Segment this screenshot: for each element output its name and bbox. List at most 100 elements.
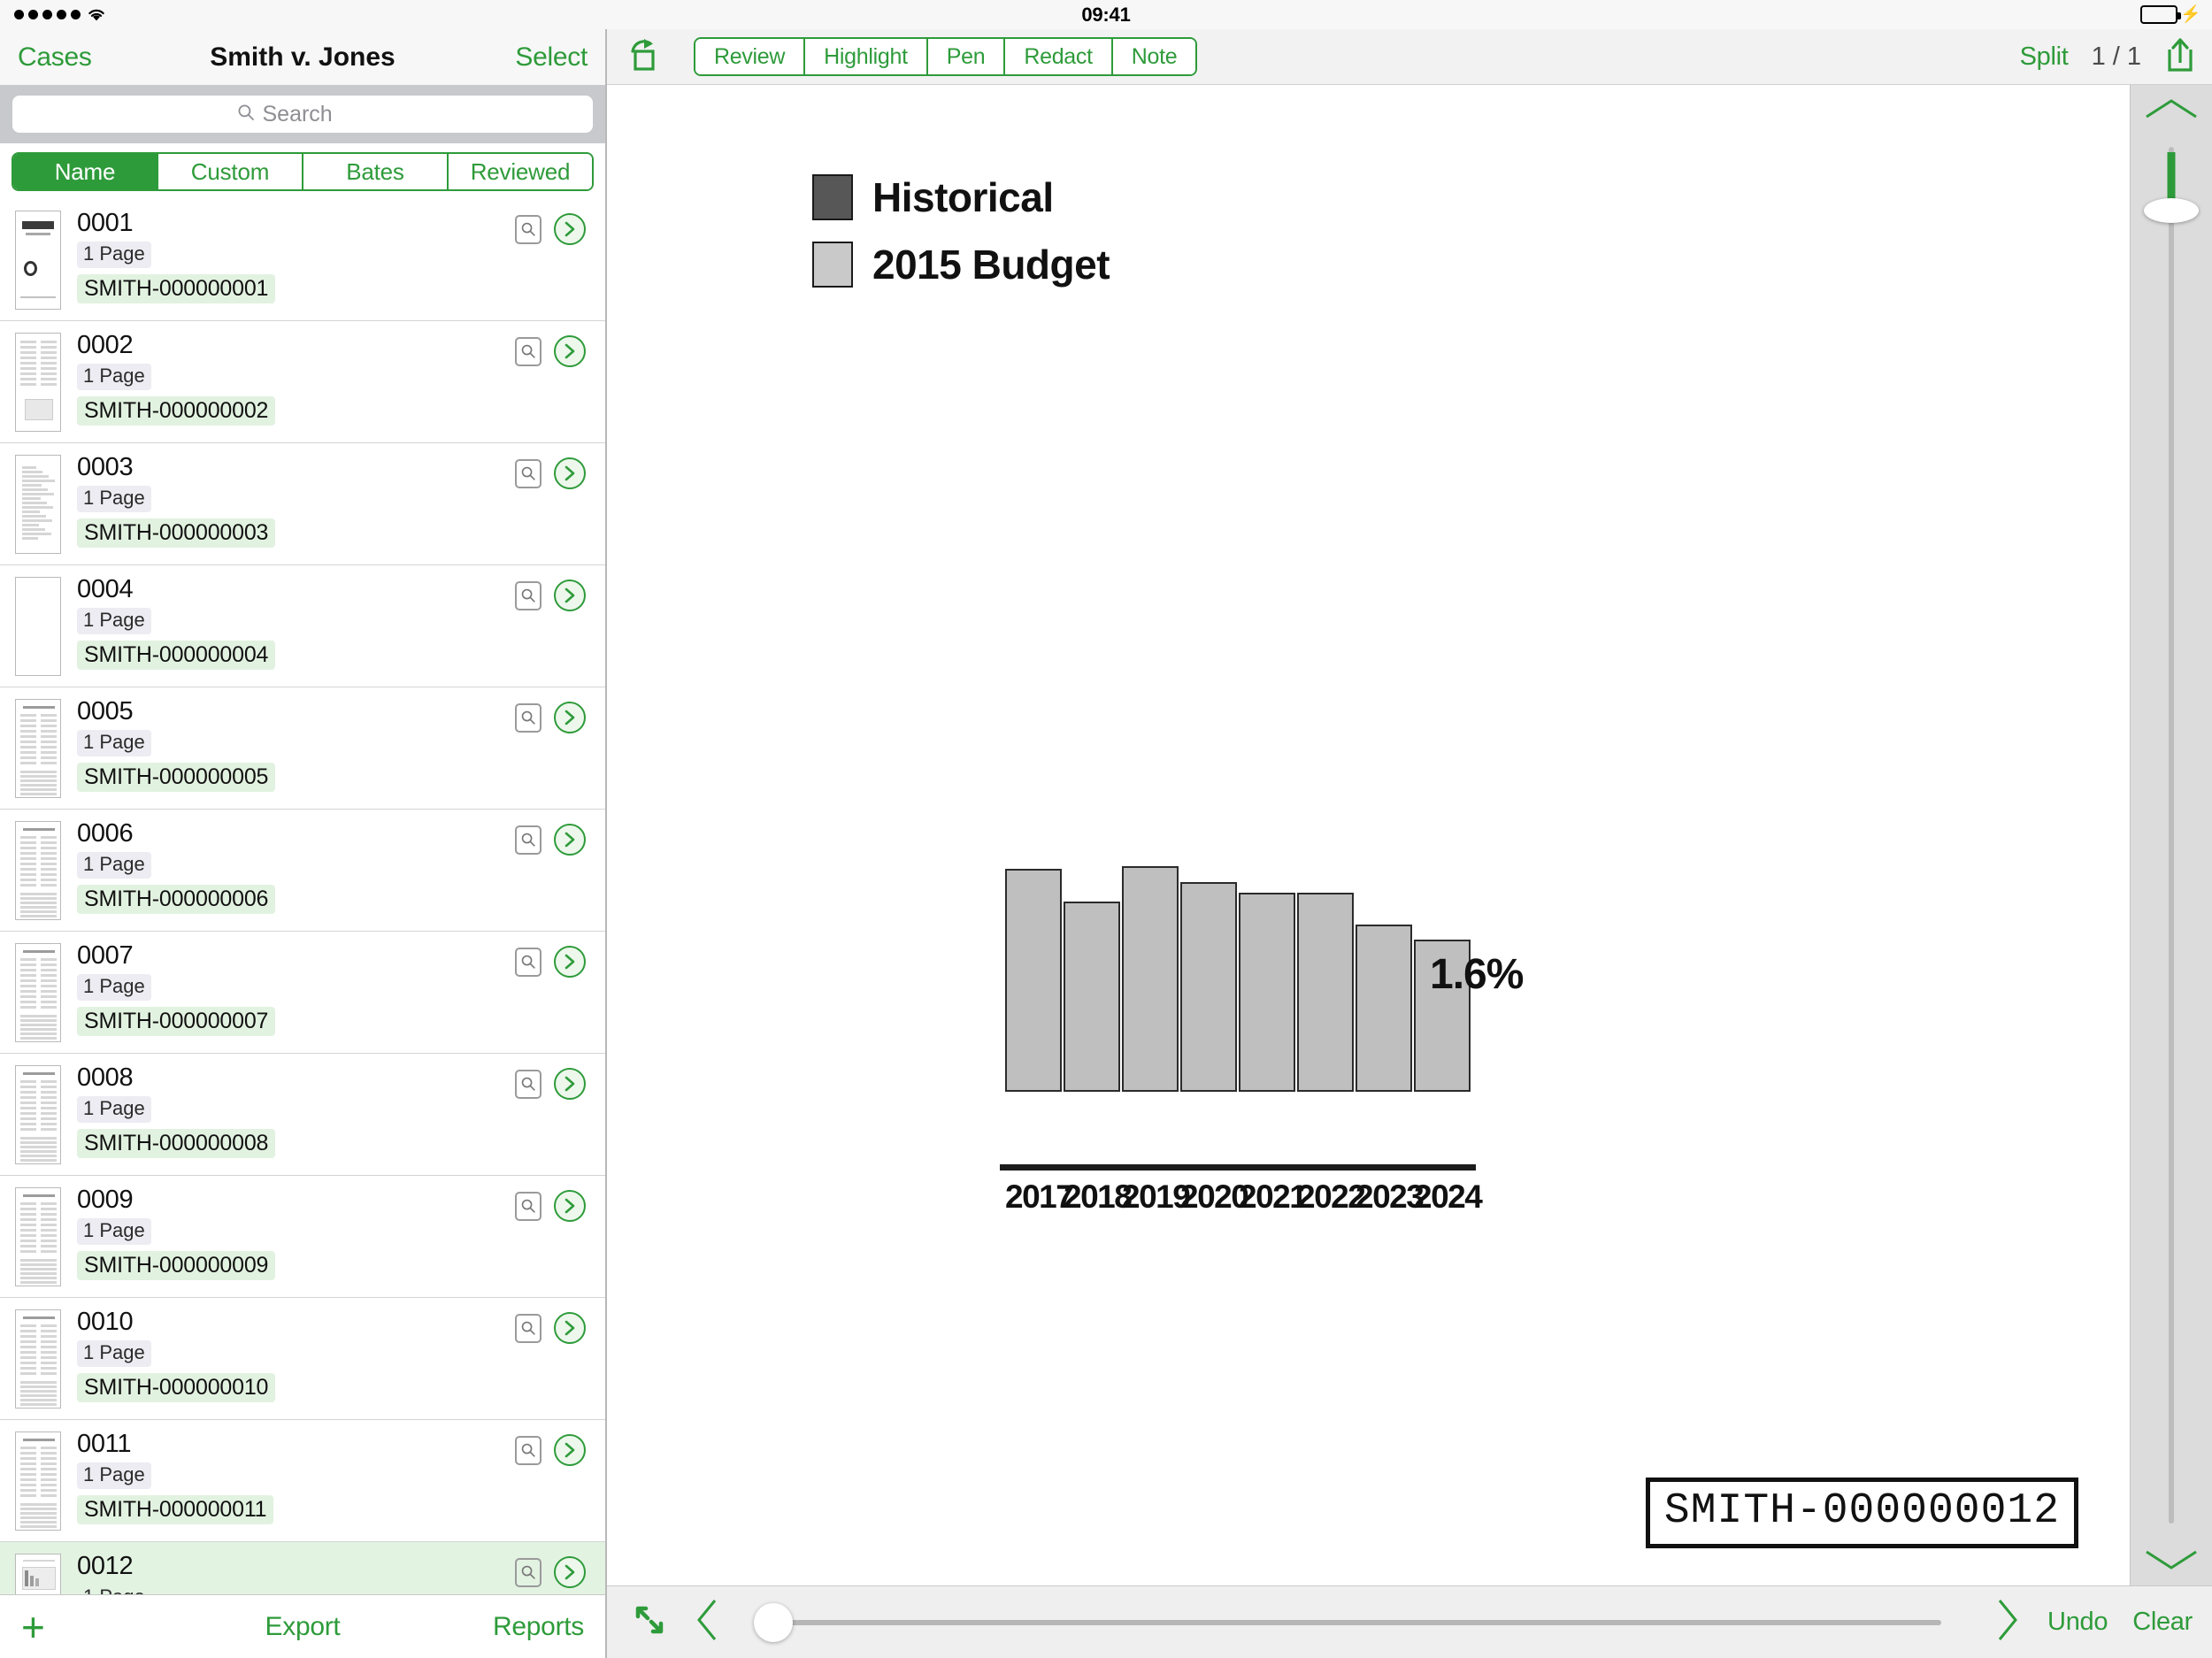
magnifier-icon[interactable] <box>515 581 541 610</box>
chevron-right-circle-icon[interactable] <box>554 1434 586 1466</box>
search-icon <box>237 104 255 126</box>
table-row[interactable]: 00091 PageSMITH-000000009 <box>0 1176 605 1298</box>
tool-review[interactable]: Review <box>695 39 803 74</box>
page-slider-track[interactable] <box>773 1620 1941 1625</box>
table-row[interactable]: 00011 PageSMITH-000000001 <box>0 199 605 321</box>
chevron-right-circle-icon[interactable] <box>554 213 586 245</box>
table-row[interactable]: 00101 PageSMITH-000000010 <box>0 1298 605 1420</box>
search-input[interactable] <box>263 102 369 127</box>
x-tick-2023: 2023 <box>1356 1178 1414 1216</box>
table-row[interactable]: 00121 PageSMITH-000000012 <box>0 1542 605 1594</box>
table-row[interactable]: 00031 PageSMITH-000000003 <box>0 443 605 565</box>
sidebar-navigation-bar: Cases Smith v. Jones Select <box>0 29 605 85</box>
table-row[interactable]: 00051 PageSMITH-000000005 <box>0 687 605 810</box>
sort-segmented-container: Name Custom Bates Reviewed <box>0 143 605 199</box>
magnifier-icon[interactable] <box>515 1070 541 1099</box>
rotate-page-icon[interactable] <box>626 36 662 78</box>
magnifier-icon[interactable] <box>515 1314 541 1343</box>
magnifier-icon[interactable] <box>515 1192 541 1221</box>
chevron-right-circle-icon[interactable] <box>554 1312 586 1344</box>
bar-2019 <box>1122 866 1179 1092</box>
segment-name[interactable]: Name <box>13 154 157 189</box>
chevron-left-icon[interactable] <box>692 1597 722 1647</box>
bar-2017 <box>1005 869 1062 1092</box>
magnifier-icon[interactable] <box>515 948 541 977</box>
annotation-tools-segmented[interactable]: Review Highlight Pen Redact Note <box>694 37 1197 76</box>
share-up-icon[interactable] <box>2164 36 2196 78</box>
chevron-right-icon[interactable] <box>1993 1597 2023 1647</box>
chevron-right-circle-icon[interactable] <box>554 1068 586 1100</box>
chevron-right-circle-icon[interactable] <box>554 1556 586 1588</box>
document-page-count: 1 Page <box>77 364 151 389</box>
chevron-right-circle-icon[interactable] <box>554 702 586 733</box>
magnifier-icon[interactable] <box>515 337 541 366</box>
magnifier-icon[interactable] <box>515 1558 541 1587</box>
magnifier-icon[interactable] <box>515 703 541 733</box>
magnifier-icon[interactable] <box>515 825 541 855</box>
scroll-knob[interactable] <box>2144 198 2199 223</box>
chevron-right-circle-icon[interactable] <box>554 946 586 978</box>
row-actions <box>515 1190 586 1222</box>
chevron-right-circle-icon[interactable] <box>554 335 586 367</box>
table-row[interactable]: 00041 PageSMITH-000000004 <box>0 565 605 687</box>
tool-pen[interactable]: Pen <box>926 39 1004 74</box>
tool-note[interactable]: Note <box>1111 39 1196 74</box>
page-slider-knob[interactable] <box>754 1603 793 1642</box>
bar-2018 <box>1064 902 1120 1092</box>
chevron-down-icon[interactable] <box>2131 1547 2212 1573</box>
collapse-diagonal-icon[interactable] <box>632 1602 667 1642</box>
sidebar-footer-toolbar: + Export Reports <box>0 1594 605 1658</box>
tool-redact[interactable]: Redact <box>1003 39 1110 74</box>
chevron-right-circle-icon[interactable] <box>554 580 586 611</box>
page-slider[interactable] <box>754 1605 1961 1640</box>
chevron-right-circle-icon[interactable] <box>554 1190 586 1222</box>
tool-highlight[interactable]: Highlight <box>803 39 926 74</box>
row-actions <box>515 1434 586 1466</box>
magnifier-icon[interactable] <box>515 1436 541 1465</box>
document-page-count: 1 Page <box>77 730 151 756</box>
legend-swatch-budget <box>812 242 853 288</box>
table-row[interactable]: 00111 PageSMITH-000000011 <box>0 1420 605 1542</box>
viewer-stage: Historical 2015 Budget 20172018201920202… <box>607 85 2212 1585</box>
document-page-count: 1 Page <box>77 974 151 1000</box>
chevron-right-circle-icon[interactable] <box>554 824 586 856</box>
row-actions <box>515 1312 586 1344</box>
select-button[interactable]: Select <box>515 42 588 73</box>
table-row[interactable]: 00071 PageSMITH-000000007 <box>0 932 605 1054</box>
document-bates-number: SMITH-000000005 <box>77 763 275 792</box>
chevron-up-icon[interactable] <box>2131 96 2212 122</box>
document-thumbnail <box>15 1065 61 1164</box>
clear-button[interactable]: Clear <box>2132 1608 2193 1637</box>
back-to-cases-button[interactable]: Cases <box>18 42 92 73</box>
document-bates-number: SMITH-000000007 <box>77 1007 275 1036</box>
search-field-wrapper[interactable] <box>12 96 593 133</box>
document-bates-number: SMITH-000000009 <box>77 1251 275 1280</box>
document-page-count: 1 Page <box>77 608 151 633</box>
chevron-right-circle-icon[interactable] <box>554 457 586 489</box>
undo-button[interactable]: Undo <box>2047 1608 2108 1637</box>
document-thumbnail <box>15 1554 61 1594</box>
table-row[interactable]: 00021 PageSMITH-000000002 <box>0 321 605 443</box>
segment-reviewed[interactable]: Reviewed <box>447 154 592 189</box>
document-list[interactable]: 00011 PageSMITH-00000000100021 PageSMITH… <box>0 199 605 1594</box>
row-actions <box>515 213 586 245</box>
document-viewer: Review Highlight Pen Redact Note Split 1… <box>607 29 2212 1658</box>
page-scroll-rail[interactable] <box>2131 85 2212 1585</box>
document-thumbnail <box>15 577 61 676</box>
status-bar-clock: 09:41 <box>0 4 2212 27</box>
table-row[interactable]: 00061 PageSMITH-000000006 <box>0 810 605 932</box>
document-bates-number: SMITH-000000002 <box>77 396 275 426</box>
search-bar-container <box>0 85 605 143</box>
segment-custom[interactable]: Custom <box>157 154 302 189</box>
document-thumbnail <box>15 333 61 432</box>
magnifier-icon[interactable] <box>515 459 541 488</box>
segment-bates[interactable]: Bates <box>302 154 447 189</box>
table-row[interactable]: 00081 PageSMITH-000000008 <box>0 1054 605 1176</box>
sort-segmented-control[interactable]: Name Custom Bates Reviewed <box>12 152 594 191</box>
split-button[interactable]: Split <box>2020 42 2069 72</box>
row-actions <box>515 1068 586 1100</box>
document-page[interactable]: Historical 2015 Budget 20172018201920202… <box>607 85 2131 1585</box>
export-button[interactable]: Export <box>265 1612 341 1641</box>
magnifier-icon[interactable] <box>515 215 541 244</box>
scroll-track[interactable] <box>2169 147 2174 1524</box>
